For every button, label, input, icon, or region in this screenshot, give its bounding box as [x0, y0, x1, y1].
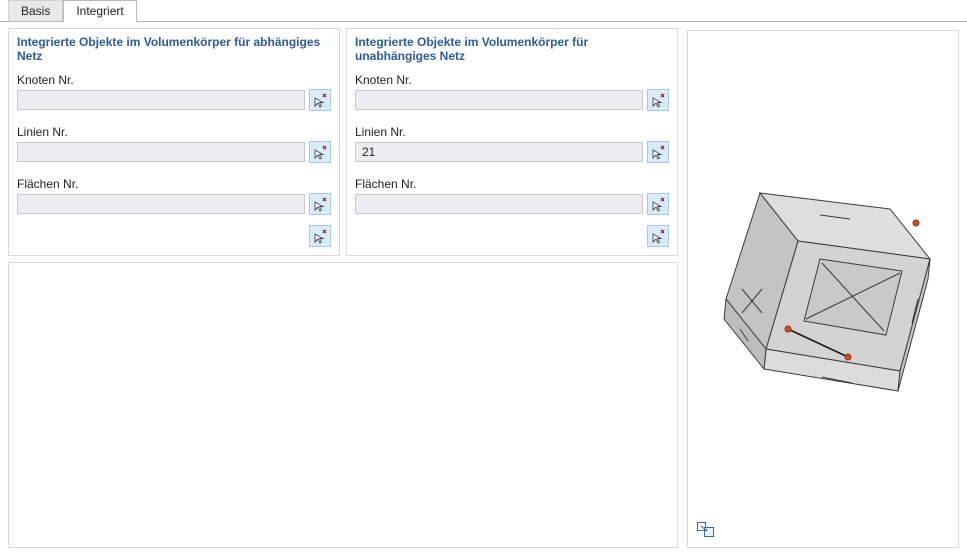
column-independent: Integrierte Objekte im Volumenkörper für…	[346, 28, 678, 256]
pick-cursor-icon	[650, 144, 666, 160]
pick-cursor-icon	[312, 196, 328, 212]
input-independent-flaechen[interactable]	[355, 194, 643, 214]
panel-independent-title: Integrierte Objekte im Volumenkörper für…	[347, 29, 677, 71]
tab-integriert[interactable]: Integriert	[63, 0, 136, 22]
pick-independent-knoten-button[interactable]	[647, 89, 669, 111]
field-independent-flaechen: Flächen Nr.	[347, 177, 677, 215]
pick-independent-all-button[interactable]	[647, 225, 669, 247]
lower-empty-panel	[8, 262, 678, 548]
app-root: Basis Integriert Integrierte Objekte im …	[0, 0, 967, 557]
field-dependent-flaechen: Flächen Nr.	[9, 177, 339, 215]
input-independent-knoten[interactable]	[355, 90, 643, 110]
preview-solid-image	[700, 181, 950, 411]
pick-cursor-icon	[650, 196, 666, 212]
field-independent-linien: Linien Nr.	[347, 125, 677, 163]
label-independent-knoten: Knoten Nr.	[355, 73, 669, 87]
input-dependent-knoten[interactable]	[17, 90, 305, 110]
field-dependent-knoten: Knoten Nr.	[9, 73, 339, 111]
pick-cursor-icon	[312, 228, 328, 244]
tab-strip: Basis Integriert	[0, 0, 967, 22]
panel-dependent-mesh: Integrierte Objekte im Volumenkörper für…	[8, 28, 340, 256]
preview-panel	[687, 30, 959, 548]
column-dependent: Integrierte Objekte im Volumenkörper für…	[8, 28, 340, 256]
pick-dependent-linien-button[interactable]	[309, 141, 331, 163]
pick-dependent-flaechen-button[interactable]	[309, 193, 331, 215]
pick-cursor-icon	[650, 228, 666, 244]
field-independent-knoten: Knoten Nr.	[347, 73, 677, 111]
pick-dependent-knoten-button[interactable]	[309, 89, 331, 111]
tab-basis[interactable]: Basis	[8, 0, 63, 22]
label-dependent-linien: Linien Nr.	[17, 125, 331, 139]
pick-cursor-icon	[312, 92, 328, 108]
label-independent-linien: Linien Nr.	[355, 125, 669, 139]
input-independent-linien[interactable]	[355, 142, 643, 162]
pick-independent-linien-button[interactable]	[647, 141, 669, 163]
preview-toggle-icon	[697, 522, 715, 538]
pick-dependent-all-button[interactable]	[309, 225, 331, 247]
label-dependent-knoten: Knoten Nr.	[17, 73, 331, 87]
panel-independent-mesh: Integrierte Objekte im Volumenkörper für…	[346, 28, 678, 256]
preview-toggle-button[interactable]	[694, 519, 718, 541]
pick-cursor-icon	[312, 144, 328, 160]
panel-dependent-title: Integrierte Objekte im Volumenkörper für…	[9, 29, 339, 71]
pick-cursor-icon	[650, 92, 666, 108]
pick-independent-flaechen-button[interactable]	[647, 193, 669, 215]
label-independent-flaechen: Flächen Nr.	[355, 177, 669, 191]
field-dependent-linien: Linien Nr.	[9, 125, 339, 163]
input-dependent-flaechen[interactable]	[17, 194, 305, 214]
content-area: Integrierte Objekte im Volumenkörper für…	[0, 22, 967, 557]
label-dependent-flaechen: Flächen Nr.	[17, 177, 331, 191]
input-dependent-linien[interactable]	[17, 142, 305, 162]
